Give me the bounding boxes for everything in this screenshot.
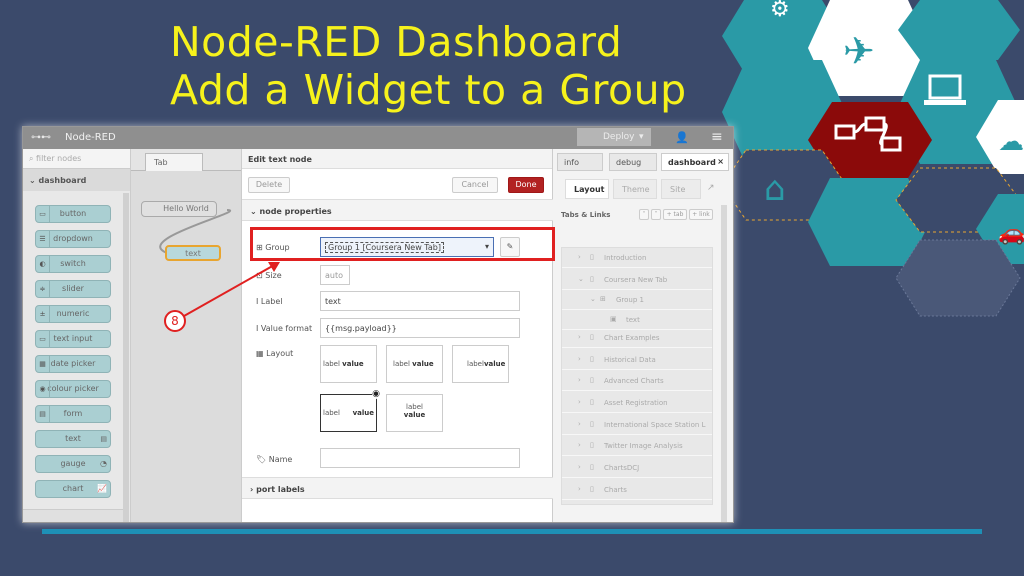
bottom-accent-bar — [42, 529, 982, 534]
step-number-badge: 8 — [164, 310, 186, 332]
arrow-line — [183, 263, 277, 317]
annotation-arrow — [183, 262, 280, 317]
